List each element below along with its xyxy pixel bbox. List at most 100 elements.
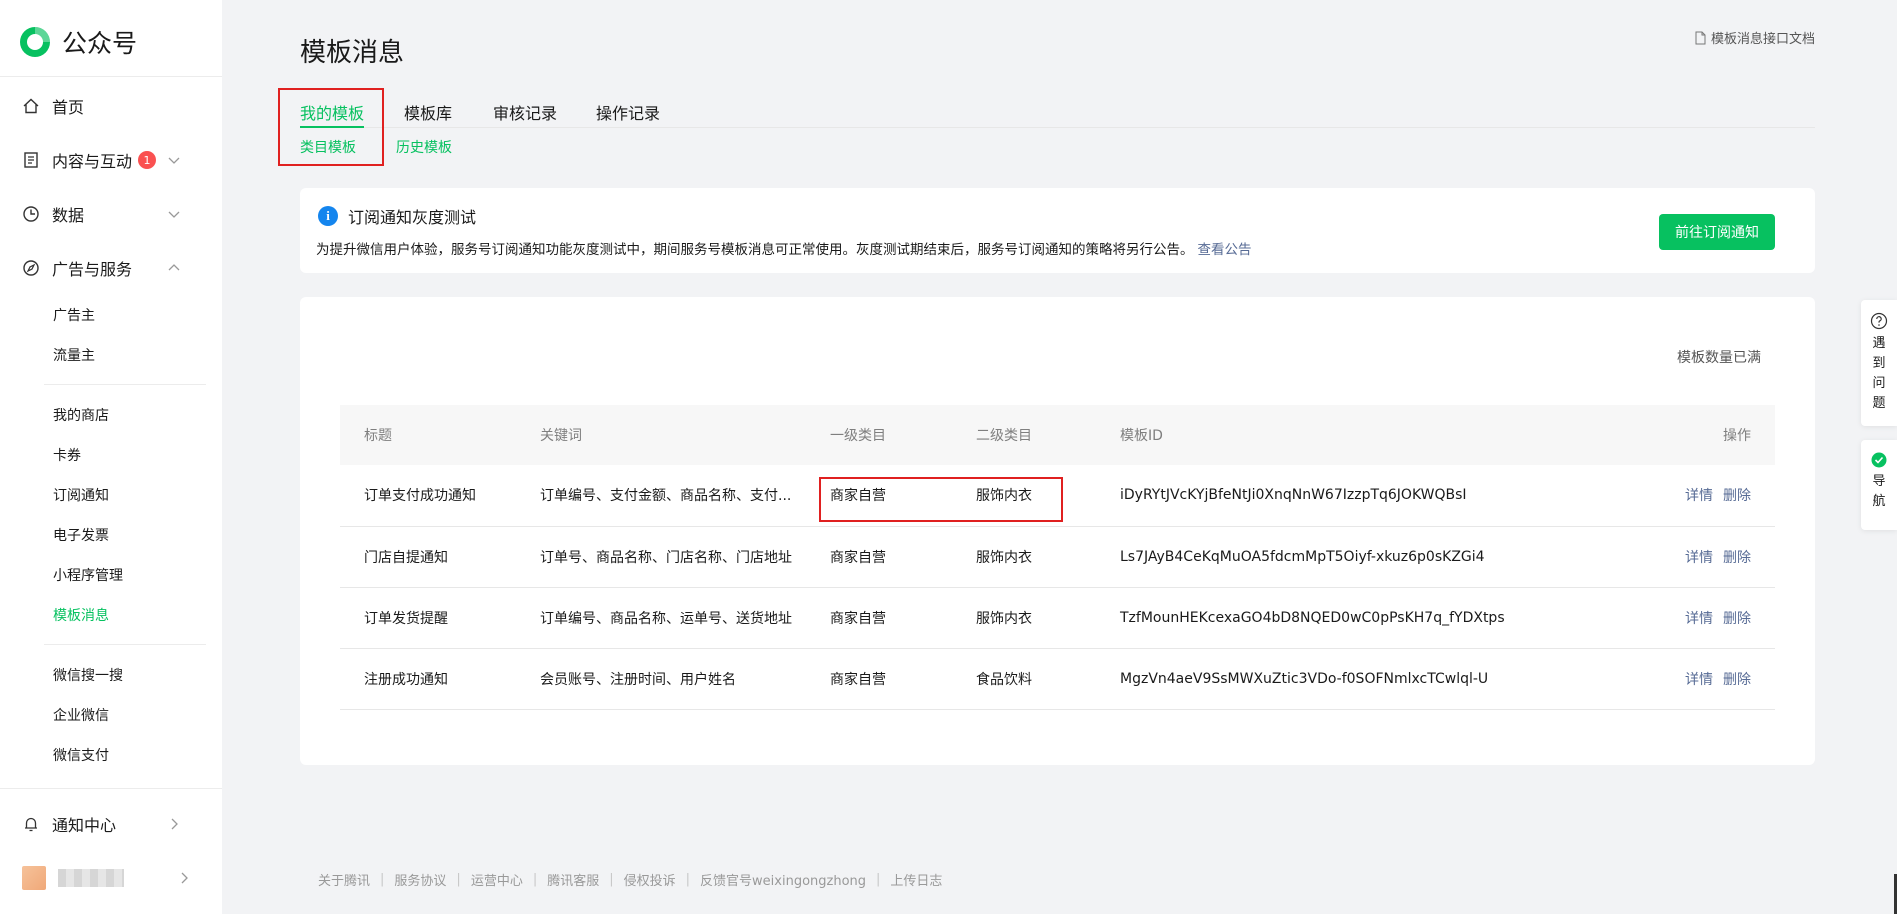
cell-keywords: 订单编号、支付金额、商品名称、支付... xyxy=(540,488,792,505)
footer-separator: | xyxy=(380,872,385,887)
view-announcement-link[interactable]: 查看公告 xyxy=(1198,242,1252,258)
document-icon xyxy=(22,151,40,169)
compass-icon xyxy=(22,259,40,277)
sidebar-item-home[interactable]: 首页 xyxy=(22,91,200,121)
account-name-blurred xyxy=(58,869,124,887)
info-icon: i xyxy=(318,206,338,226)
cell-template-id: Ls7JAyB4CeKqMuOA5fdcmMpT5Oiyf-xkuz6p0sKZ… xyxy=(1120,548,1485,565)
footer-separator: | xyxy=(609,872,614,887)
chevron-down-icon xyxy=(168,157,180,164)
detail-link[interactable]: 详情 xyxy=(1685,488,1713,504)
footer-separator: | xyxy=(876,872,881,887)
sidebar-item-ads-services[interactable]: 广告与服务 xyxy=(22,253,200,283)
cell-actions: 详情 删除 xyxy=(1616,587,1775,648)
footer-link[interactable]: 关于腾讯 xyxy=(318,870,370,889)
sidebar-divider xyxy=(0,76,222,77)
sidebar-item-label: 首页 xyxy=(52,98,85,117)
clock-icon xyxy=(22,205,40,223)
nav-float-button[interactable]: 导航 xyxy=(1861,440,1897,530)
notice-body: 为提升微信用户体验，服务号订阅通知功能灰度测试中，期间服务号模板消息可正常使用。… xyxy=(316,242,1194,258)
cell-category-2: 服饰内衣 xyxy=(976,549,1032,566)
api-doc-link[interactable]: 模板消息接口文档 xyxy=(1693,28,1815,47)
sidebar-sub-wechat-pay[interactable]: 微信支付 xyxy=(53,744,109,766)
detail-link[interactable]: 详情 xyxy=(1685,672,1713,688)
footer-link[interactable]: 侵权投诉 xyxy=(624,870,676,889)
templates-card: 模板数量已满 标题 关键词 一级类目 二级类目 模板ID 操作 订单支付成功通知… xyxy=(300,297,1815,765)
unread-badge: 1 xyxy=(138,151,157,169)
footer-links: 关于腾讯 | 服务协议 | 运营中心 | 腾讯客服 | 侵权投诉 | 反馈官号weixin… xyxy=(318,870,942,889)
delete-link[interactable]: 删除 xyxy=(1723,550,1751,566)
cell-actions: 详情 删除 xyxy=(1616,526,1775,587)
wechat-official-logo-icon xyxy=(20,27,50,57)
footer-link[interactable]: 腾讯客服 xyxy=(547,870,599,889)
brand-name: 公众号 xyxy=(62,29,138,58)
template-quota-status: 模板数量已满 xyxy=(1677,350,1761,366)
cell-actions: 详情 删除 xyxy=(1616,465,1775,526)
delete-link[interactable]: 删除 xyxy=(1723,672,1751,688)
help-float-button[interactable]: 遇到问题 xyxy=(1861,300,1897,426)
chevron-up-icon xyxy=(168,264,180,271)
sidebar-item-label: 通知中心 xyxy=(52,816,117,835)
sidebar-sub-miniprogram[interactable]: 小程序管理 xyxy=(53,564,123,586)
notice-heading: i 订阅通知灰度测试 xyxy=(318,204,476,228)
active-tab-indicator xyxy=(300,126,364,128)
cell-template-id: TzfMounHEKcexaGO4bD8NQED0wC0pPsKH7q_fYDX… xyxy=(1120,609,1505,626)
question-icon xyxy=(1870,312,1888,330)
footer-link[interactable]: 上传日志 xyxy=(890,870,942,889)
sidebar-sub-coupons[interactable]: 卡券 xyxy=(53,444,81,466)
home-icon xyxy=(22,97,40,115)
cell-category-1: 商家自营 xyxy=(830,488,886,505)
footer-separator: | xyxy=(685,872,691,887)
footer-link[interactable]: 服务协议 xyxy=(394,870,446,889)
delete-link[interactable]: 删除 xyxy=(1723,488,1751,504)
cell-keywords: 会员账号、注册时间、用户姓名 xyxy=(540,671,736,688)
notice-card: i 订阅通知灰度测试 为提升微信用户体验，服务号订阅通知功能灰度测试中，期间服务… xyxy=(300,188,1815,273)
cell-title: 订单支付成功通知 xyxy=(364,488,476,505)
table-row: 门店自提通知 订单号、商品名称、门店名称、门店地址 商家自营 服饰内衣 Ls7J… xyxy=(340,526,1775,587)
cell-title: 注册成功通知 xyxy=(364,671,448,688)
account-switcher[interactable] xyxy=(22,866,124,890)
chevron-right-icon xyxy=(171,818,178,830)
tab-my-templates[interactable]: 我的模板 xyxy=(300,100,364,124)
help-float-label: 遇到问题 xyxy=(1872,336,1886,411)
go-subscription-button[interactable]: 前往订阅通知 xyxy=(1659,214,1775,250)
tab-operation-records[interactable]: 操作记录 xyxy=(596,100,660,124)
sidebar-item-label: 数据 xyxy=(52,206,85,225)
sidebar-item-data[interactable]: 数据 xyxy=(22,199,200,229)
delete-link[interactable]: 删除 xyxy=(1723,611,1751,627)
sidebar-item-notifications[interactable]: 通知中心 xyxy=(22,809,200,839)
subtab-history-templates[interactable]: 历史模板 xyxy=(396,137,452,157)
sidebar-item-content[interactable]: 内容与互动 1 xyxy=(22,145,200,175)
column-header-actions: 操作 xyxy=(1723,428,1751,444)
sidebar-sub-advertiser[interactable]: 广告主 xyxy=(53,304,95,326)
cell-category-2: 服饰内衣 xyxy=(976,610,1032,627)
table-row: 订单发货提醒 订单编号、商品名称、运单号、送货地址 商家自营 服饰内衣 TzfM… xyxy=(340,587,1775,648)
sidebar: 公众号 首页 内容与互动 1 数据 广告与服务 广告主 流量主 我的商店 卡券 … xyxy=(0,0,222,914)
footer-link[interactable]: 反馈官号weixingongzhong xyxy=(700,870,866,889)
sidebar-item-label: 广告与服务 xyxy=(52,260,133,279)
bell-icon xyxy=(22,815,40,833)
sidebar-item-label: 内容与互动 xyxy=(52,152,133,171)
sidebar-sub-my-store[interactable]: 我的商店 xyxy=(53,404,109,426)
tab-review-records[interactable]: 审核记录 xyxy=(493,100,557,124)
cell-keywords: 订单编号、商品名称、运单号、送货地址 xyxy=(540,610,792,627)
sidebar-sub-wecom[interactable]: 企业微信 xyxy=(53,704,109,726)
sidebar-sub-subscription[interactable]: 订阅通知 xyxy=(53,484,109,506)
subtab-category-templates[interactable]: 类目模板 xyxy=(300,137,356,157)
sidebar-sub-invoice[interactable]: 电子发票 xyxy=(53,524,109,546)
sidebar-sub-wechat-search[interactable]: 微信搜一搜 xyxy=(53,664,123,686)
detail-link[interactable]: 详情 xyxy=(1685,550,1713,566)
sidebar-sub-template-message[interactable]: 模板消息 xyxy=(53,604,109,626)
footer-link[interactable]: 运营中心 xyxy=(471,870,523,889)
cell-template-id: iDyRYtJVcKYjBfeNtJi0XnqNnW67IzzpTq6JOKWQ… xyxy=(1120,487,1467,504)
cell-title: 订单发货提醒 xyxy=(364,610,448,627)
brand-logo[interactable]: 公众号 xyxy=(18,24,137,60)
cell-category-1: 商家自营 xyxy=(830,671,886,688)
cell-template-id: MgzVn4aeV9SsMWXuZtic3VDo-f0SOFNmlxcTCwlq… xyxy=(1120,670,1489,687)
tab-template-library[interactable]: 模板库 xyxy=(404,100,452,124)
detail-link[interactable]: 详情 xyxy=(1685,611,1713,627)
table-row: 注册成功通知 会员账号、注册时间、用户姓名 商家自营 食品饮料 MgzVn4ae… xyxy=(340,648,1775,709)
notice-title: 订阅通知灰度测试 xyxy=(348,208,477,227)
chevron-right-icon xyxy=(181,872,188,884)
sidebar-sub-publisher[interactable]: 流量主 xyxy=(53,344,95,366)
